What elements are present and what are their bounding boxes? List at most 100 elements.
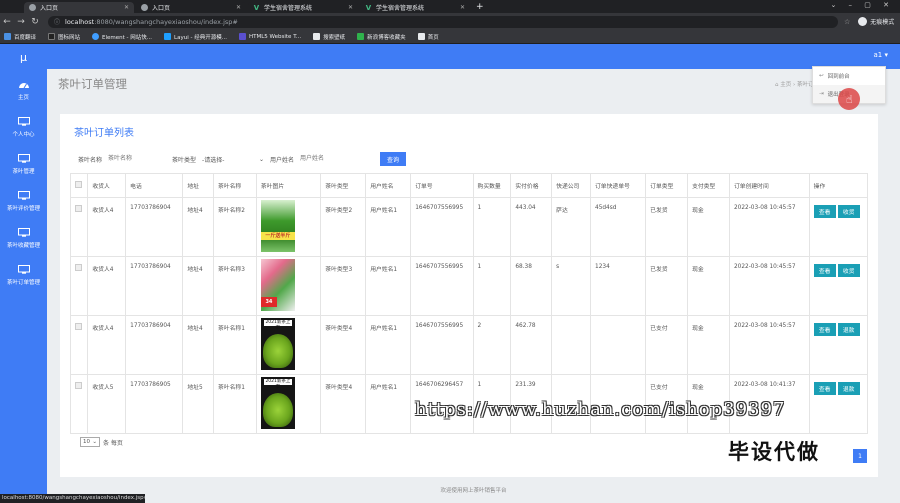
bookmark-item[interactable]: 首页 — [417, 33, 439, 41]
receive-button[interactable]: 收货 — [837, 264, 860, 277]
order-list-card: 茶叶订单列表 茶叶名称 茶叶类型 -请选择- ⌄ 用户姓名 查询 收货人 电话 … — [60, 114, 878, 477]
cell-user: 用户姓名1 — [365, 315, 412, 375]
tab-close-icon[interactable]: ✕ — [236, 4, 241, 11]
sidebar-item-tea-favorite[interactable]: 茶叶收藏管理 — [0, 220, 47, 257]
info-icon[interactable]: ⓘ — [54, 17, 60, 26]
browser-tab-2[interactable]: 入口页 ✕ — [136, 2, 246, 13]
view-button[interactable]: 查看 — [813, 264, 836, 277]
bookmark-label: 新浪博客收藏夹 — [367, 34, 406, 41]
column-header[interactable]: 用户姓名 — [365, 173, 412, 198]
row-checkbox[interactable] — [75, 205, 82, 212]
view-button[interactable]: 查看 — [813, 323, 836, 336]
cell-tea-name: 茶叶名称1 — [213, 315, 257, 375]
select-all-cell — [69, 173, 89, 198]
forward-icon[interactable]: → — [14, 17, 28, 27]
bookmark-item[interactable]: 百度翻译 — [4, 33, 36, 41]
column-header[interactable]: 地址 — [182, 173, 215, 198]
url-field[interactable]: ⓘ localhost :8080/wangshangchayexiaoshou… — [48, 15, 838, 28]
user-menu[interactable]: a1 ▾ — [874, 51, 889, 59]
row-select-cell — [69, 374, 89, 434]
cell-express — [551, 315, 591, 375]
return-icon: ↩ — [819, 73, 824, 79]
breadcrumb-home[interactable]: 主页 — [780, 82, 791, 88]
cell-qty: 1 — [472, 256, 512, 316]
view-button[interactable]: 查看 — [813, 382, 836, 395]
row-checkbox[interactable] — [75, 323, 82, 330]
cell-created: 2022-03-08 10:45:57 — [728, 197, 810, 257]
bookmark-item[interactable]: 图标网站 — [48, 33, 80, 41]
window-menu[interactable] — [0, 0, 24, 13]
browser-tab-4[interactable]: V 学生宿舍管理系统 ✕ — [360, 2, 470, 13]
cell-tea-image: 34 — [255, 256, 322, 316]
image-caption: 一斤送半斤 — [260, 232, 295, 240]
page-size-select[interactable]: 10 ⌄ — [80, 437, 100, 447]
sidebar-item-profile[interactable]: 个人中心 — [0, 109, 47, 146]
select-all-checkbox[interactable] — [75, 181, 82, 188]
refund-button[interactable]: 退款 — [837, 323, 860, 336]
reload-icon[interactable]: ↻ — [28, 17, 42, 27]
row-checkbox[interactable] — [75, 382, 82, 389]
bookmark-icon — [164, 33, 172, 40]
column-header[interactable]: 订单号 — [410, 173, 474, 198]
tab-close-icon[interactable]: ✕ — [124, 4, 129, 11]
cell-receiver: 收货人4 — [87, 256, 127, 316]
bookmark-label: 百度翻译 — [14, 34, 37, 41]
tab-close-icon[interactable]: ✕ — [460, 4, 465, 11]
tab-title: 入口页 — [152, 5, 171, 12]
page-footer: 欢迎使用网上茶叶销售平台 — [440, 488, 507, 494]
column-header[interactable]: 支付类型 — [687, 173, 730, 198]
sidebar-item-tea-review[interactable]: 茶叶评价管理 — [0, 183, 47, 220]
chevron-down-icon: ⌄ — [92, 439, 97, 445]
cell-qty: 1 — [472, 197, 512, 257]
dropdown-label: 回到前台 — [827, 74, 850, 80]
dropdown-back-to-front[interactable]: ↩ 回到前台 — [813, 67, 885, 85]
bookmark-icon — [357, 33, 365, 40]
page-size-suffix: 条 每页 — [103, 439, 123, 447]
page-number-button[interactable]: 1 — [853, 449, 867, 463]
window-controls[interactable]: ⌄ – ▢ ✕ — [830, 1, 894, 9]
sidebar-item-tea[interactable]: 茶叶管理 — [0, 146, 47, 183]
monitor-icon — [17, 228, 30, 237]
tea-type-select[interactable]: -请选择- ⌄ — [202, 153, 264, 165]
column-header[interactable]: 购买数量 — [472, 173, 512, 198]
column-header[interactable]: 订单创建时间 — [728, 173, 810, 198]
bookmark-item[interactable]: 搜索壁纸 — [313, 33, 345, 41]
watermark-text: 毕设代做 — [728, 440, 820, 464]
tea-name-input[interactable] — [108, 153, 167, 165]
column-header[interactable]: 茶叶名称 — [213, 173, 257, 198]
browser-tab-1[interactable]: 入口页 ✕ — [24, 2, 134, 13]
tea-leaves-graphic — [262, 334, 293, 368]
search-button[interactable]: 查询 — [380, 152, 407, 166]
tab-close-icon[interactable]: ✕ — [348, 4, 353, 11]
column-header[interactable]: 收货人 — [87, 173, 127, 198]
column-header[interactable]: 实付价格 — [510, 173, 553, 198]
row-checkbox[interactable] — [75, 264, 82, 271]
sidebar-item-tea-order[interactable]: 茶叶订单管理 — [0, 257, 47, 294]
monitor-icon — [17, 154, 30, 163]
sidebar-item-home[interactable]: 主页 — [0, 72, 47, 109]
column-header[interactable]: 快递公司 — [551, 173, 591, 198]
bookmark-label: Element - 网站快... — [102, 34, 153, 41]
column-header[interactable]: 电话 — [125, 173, 184, 198]
refund-button[interactable]: 退款 — [837, 382, 860, 395]
bookmark-star-icon[interactable]: ☆ — [844, 18, 850, 26]
bookmark-item[interactable]: Element - 网站快... — [92, 33, 152, 41]
browser-tab-3[interactable]: V 学生宿舍管理系统 ✕ — [248, 2, 358, 13]
incognito-indicator[interactable]: 无痕模式 — [858, 17, 894, 26]
column-header[interactable]: 茶叶图片 — [255, 173, 322, 198]
bookmark-item[interactable]: HTML5 Website T... — [238, 33, 301, 40]
column-header[interactable]: 订单类型 — [645, 173, 689, 198]
top-bar: a1 ▾ — [47, 44, 900, 69]
bookmark-item[interactable]: Layui - 经典开源模... — [164, 33, 227, 41]
bookmark-item[interactable]: 新浪博客收藏夹 — [357, 33, 406, 41]
sidebar-item-label: 主页 — [17, 95, 29, 101]
user-name-input[interactable] — [300, 153, 359, 165]
column-header[interactable]: 茶叶类型 — [320, 173, 367, 198]
column-header[interactable]: 订单快递单号 — [589, 173, 647, 198]
row-select-cell — [69, 197, 89, 257]
view-button[interactable]: 查看 — [813, 205, 836, 218]
receive-button[interactable]: 收货 — [837, 205, 860, 218]
back-icon[interactable]: ← — [0, 17, 14, 27]
new-tab-button[interactable]: + — [476, 2, 484, 13]
order-table: 收货人 电话 地址 茶叶名称 茶叶图片 茶叶类型 用户姓名 订单号 购买数量 实… — [69, 173, 869, 434]
